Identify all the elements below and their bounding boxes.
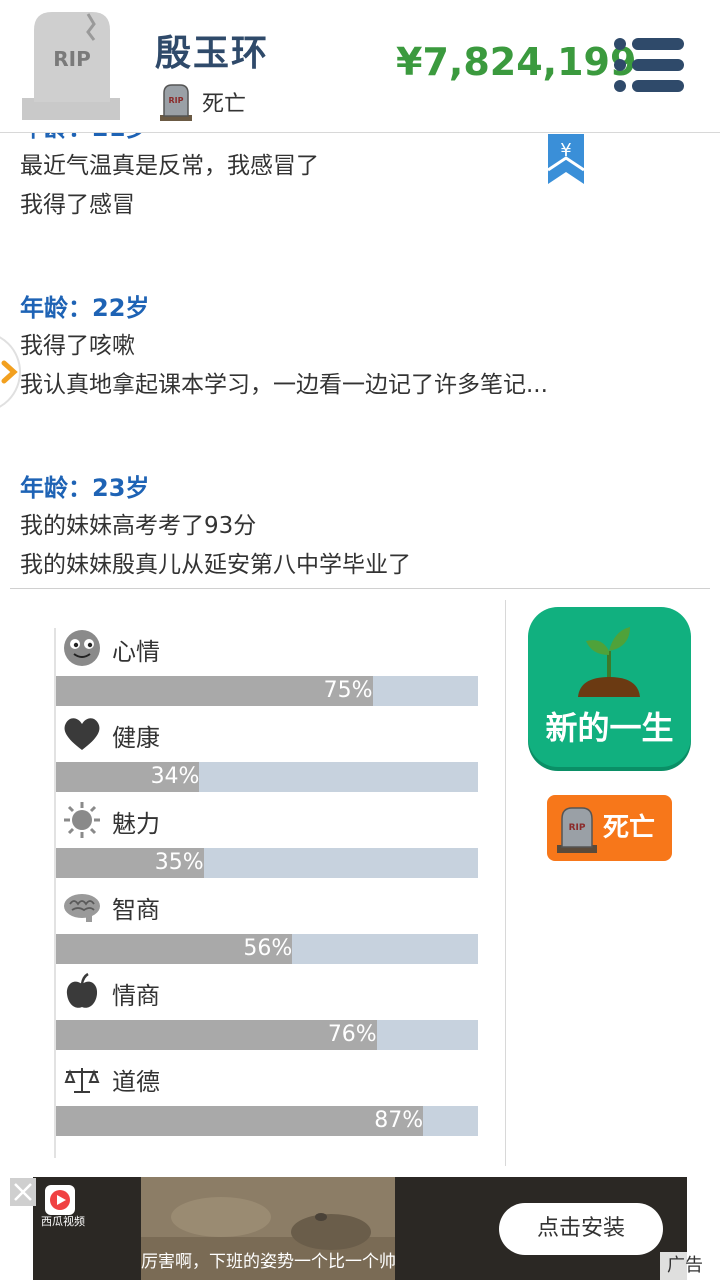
ad-label: 广告: [660, 1252, 710, 1280]
menu-icon[interactable]: [612, 36, 686, 94]
age-heading: 年龄：21岁: [20, 133, 720, 147]
event-log[interactable]: 年龄：21岁 最近气温真是反常，我感冒了 我得了感冒 年龄：22岁 我得了咳嗽 …: [0, 133, 720, 588]
log-line: 我认真地拿起课本学习，一边看一边记了许多笔记...: [20, 372, 548, 398]
stat-bar-fill: 35%: [56, 848, 204, 878]
stat-bar-fill: 56%: [56, 934, 293, 964]
smiley-icon: [64, 630, 100, 666]
log-line: 我得了感冒: [20, 192, 135, 218]
stat-label: 情商: [112, 982, 160, 1010]
age-heading: 年龄：23岁: [20, 474, 150, 502]
log-entry: 年龄：21岁 最近气温真是反常，我感冒了 我得了感冒: [0, 133, 720, 289]
stat-percent: 56%: [243, 936, 293, 961]
stat-charm: 魅力 35%: [56, 800, 480, 886]
bookmark-icon[interactable]: ¥: [546, 134, 586, 186]
stat-bar: 87%: [56, 1106, 478, 1136]
stat-morality: 道德 87%: [56, 1058, 480, 1144]
log-line: 我的妹妹高考考了93分: [20, 513, 257, 539]
play-logo-icon: [45, 1185, 75, 1215]
chevron-right-icon[interactable]: [0, 330, 22, 414]
stat-bar-fill: 76%: [56, 1020, 377, 1050]
sun-icon: [64, 802, 100, 838]
character-name: 殷玉环: [155, 33, 270, 74]
stat-percent: 75%: [323, 678, 373, 703]
status-label: 死亡: [202, 92, 247, 117]
stat-percent: 34%: [150, 764, 200, 789]
log-entry: 年龄：22岁 我得了咳嗽 我认真地拿起课本学习，一边看一边记了许多笔记...: [0, 289, 720, 469]
log-line: 我的妹妹殷真儿从延安第八中学毕业了: [20, 552, 411, 578]
tombstone-icon: RIP: [557, 807, 597, 853]
apple-icon: [66, 972, 98, 1008]
stat-bar-fill: 87%: [56, 1106, 424, 1136]
section-divider: [10, 588, 710, 589]
ad-caption: 厉害啊，下班的姿势一个比一个帅: [141, 1252, 396, 1272]
stat-bar-fill: 34%: [56, 762, 200, 792]
stat-bar: 34%: [56, 762, 478, 792]
svg-text:RIP: RIP: [169, 96, 184, 105]
log-line: 最近气温真是反常，我感冒了: [20, 153, 319, 179]
stat-bar: 76%: [56, 1020, 478, 1050]
new-life-button[interactable]: 新的一生: [528, 607, 691, 767]
brain-icon: [64, 894, 100, 922]
status-row: RIP 死亡: [160, 82, 246, 122]
svg-text:RIP: RIP: [53, 47, 91, 71]
log-line: 我得了咳嗽: [20, 333, 135, 359]
age-heading: 年龄：22岁: [20, 294, 150, 322]
vertical-divider: [505, 600, 506, 1166]
stat-eq: 情商 76%: [56, 972, 480, 1058]
stat-label: 心情: [112, 638, 160, 666]
top-bar: RIP 殷玉环 RIP 死亡 ¥7,824,199: [0, 0, 720, 133]
stat-bar: 35%: [56, 848, 478, 878]
sprout-icon: [578, 627, 640, 697]
stat-label: 魅力: [112, 810, 160, 838]
stat-label: 智商: [112, 896, 160, 924]
close-icon[interactable]: [10, 1178, 36, 1206]
stats-panel: 心情 75% 健康 34% 魅力 35% 智商 56% 情商 76% 道德 87…: [54, 628, 486, 1158]
stat-bar: 75%: [56, 676, 478, 706]
stat-bar: 56%: [56, 934, 478, 964]
heart-icon: [64, 718, 100, 750]
death-button[interactable]: RIP 死亡: [547, 795, 672, 861]
install-button[interactable]: 点击安装: [499, 1203, 663, 1255]
money-display: ¥7,824,199: [396, 40, 637, 84]
new-life-label: 新的一生: [545, 709, 674, 747]
stat-iq: 智商 56%: [56, 886, 480, 972]
death-label: 死亡: [603, 813, 656, 843]
stat-label: 健康: [112, 724, 160, 752]
stat-bar-fill: 75%: [56, 676, 373, 706]
stat-percent: 35%: [154, 850, 204, 875]
ad-brand: 西瓜视频: [41, 1215, 85, 1228]
tombstone-icon: RIP: [160, 84, 192, 121]
log-entry: 年龄：23岁 我的妹妹高考考了93分 我的妹妹殷真儿从延安第八中学毕业了: [0, 469, 720, 588]
svg-text:RIP: RIP: [569, 823, 586, 833]
stat-percent: 76%: [327, 1022, 377, 1047]
stat-health: 健康 34%: [56, 714, 480, 800]
scale-icon: [64, 1068, 100, 1093]
stat-mood: 心情 75%: [56, 628, 480, 714]
ad-banner[interactable]: 西瓜视频 厉害啊，下班的姿势一个比一个帅 点击安装: [33, 1177, 687, 1280]
svg-text:¥: ¥: [560, 140, 571, 161]
stat-percent: 87%: [374, 1108, 424, 1133]
tombstone-avatar-icon[interactable]: RIP: [22, 10, 120, 120]
stat-label: 道德: [112, 1068, 160, 1096]
